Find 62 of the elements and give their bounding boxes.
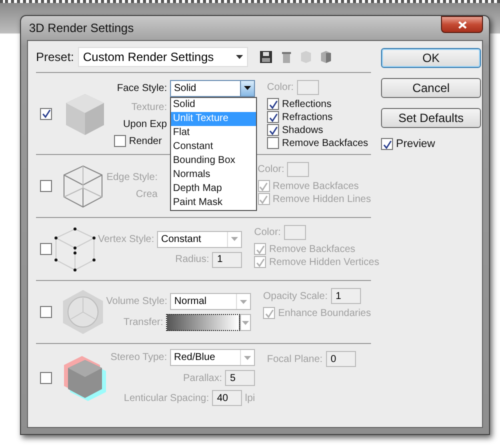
field-label: Volume Style: <box>106 296 168 307</box>
gradient-swatch[interactable] <box>166 314 240 331</box>
dialog-button[interactable]: Cancel <box>381 78 481 98</box>
caret-icon <box>231 237 238 241</box>
field-label: Opacity Scale: <box>263 290 328 302</box>
field-label: Edge Style: <box>106 172 158 183</box>
field-label: Vertex Style: <box>98 234 154 244</box>
checkbox-label: Shadows <box>282 124 324 136</box>
caret-icon <box>244 86 251 90</box>
checkbox[interactable] <box>114 135 126 147</box>
field-label: Parallax: <box>183 372 222 384</box>
checkbox-label: Remove Backfaces <box>269 244 356 254</box>
section-checkbox[interactable] <box>40 108 52 120</box>
preview-checkbox[interactable] <box>381 138 393 150</box>
checkbox[interactable] <box>267 137 279 149</box>
field-label: Focal Plane: <box>267 354 323 364</box>
field-label: Radius: <box>175 254 210 265</box>
dialog-button[interactable]: Set Defaults <box>381 108 481 128</box>
caret-icon <box>236 55 244 59</box>
preview-label: Preview <box>396 138 436 150</box>
caret-icon <box>242 320 250 324</box>
checkbox[interactable] <box>267 111 279 123</box>
checkbox-label: Enhance Boundaries <box>278 308 371 318</box>
color-label: Color: <box>258 164 284 175</box>
field-label: Transfer: <box>124 317 164 328</box>
checkbox-label: Refractions <box>282 112 333 122</box>
field-label: Stereo Type: <box>110 352 167 363</box>
field-label: Lenticular Spacing: <box>124 392 209 404</box>
section-checkbox[interactable] <box>40 243 52 255</box>
checkbox-label: Reflections <box>282 98 332 110</box>
field-label: Upon Exp <box>123 118 167 130</box>
checkbox-label: Remove Hidden Vertices <box>269 256 380 268</box>
close-button[interactable] <box>441 16 483 33</box>
field-label: Face Style: <box>116 82 167 94</box>
caret-icon <box>244 356 251 360</box>
field-label: Crea <box>136 189 158 200</box>
dark-cube-icon[interactable] <box>321 51 332 63</box>
checkbox-label: Remove Hidden Lines <box>272 194 371 204</box>
color-swatch[interactable] <box>287 162 310 177</box>
caret-icon <box>240 300 248 304</box>
color-swatch[interactable] <box>284 225 306 240</box>
color-label: Color: <box>267 82 294 93</box>
color-label: Color: <box>254 227 281 238</box>
unit-label: lpi <box>244 392 255 404</box>
checkbox[interactable] <box>267 124 279 136</box>
color-swatch[interactable] <box>296 80 319 95</box>
dialog-button[interactable]: OK <box>381 48 481 68</box>
checkbox-label: Remove Backfaces <box>282 138 368 148</box>
save-icon[interactable] <box>260 51 272 63</box>
checkbox[interactable] <box>267 98 279 110</box>
gradient-dropdown-button[interactable] <box>240 314 252 331</box>
preset-dropdown[interactable]: Custom Render Settings <box>78 47 248 67</box>
checkbox-label: Remove Backfaces <box>272 180 359 192</box>
window-title: 3D Render Settings <box>28 21 134 35</box>
section-checkbox[interactable] <box>40 180 52 192</box>
preset-label: Preset: <box>36 50 74 64</box>
section-checkbox[interactable] <box>40 306 52 318</box>
section-checkbox[interactable] <box>40 372 52 384</box>
field-label: Render <box>129 136 162 146</box>
close-icon <box>458 20 466 28</box>
trash-icon[interactable] <box>282 52 292 62</box>
field-label: Texture: <box>131 102 167 112</box>
